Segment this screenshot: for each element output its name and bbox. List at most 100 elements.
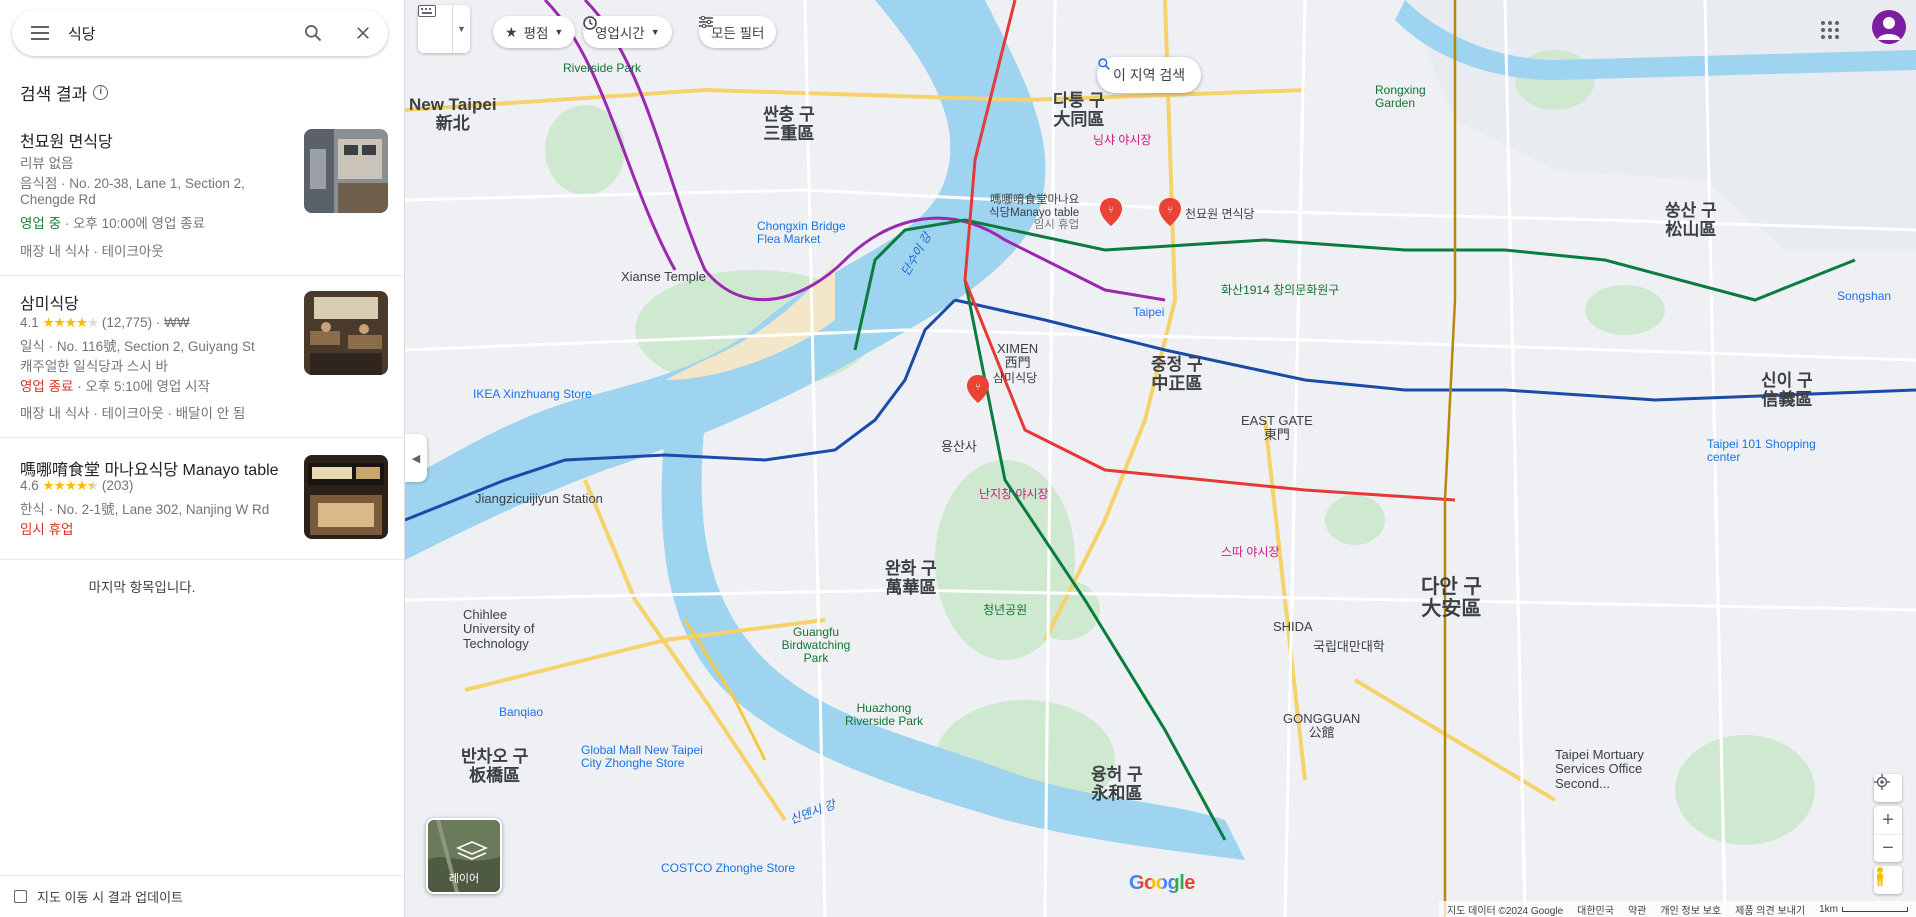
result-address: 음식점 · No. 20-38, Lane 1, Section 2, (20, 176, 245, 191)
filter-hours-chip[interactable]: 영업시간 ▼ (583, 16, 672, 48)
info-icon[interactable]: i (93, 85, 109, 100)
area-label-text: 三重區 (763, 123, 815, 143)
keyboard-shortcuts-button[interactable]: ▼ (418, 5, 470, 53)
closed-status: 영업 종료 (20, 379, 74, 394)
google-apps-button[interactable] (1818, 18, 1842, 42)
result-title[interactable]: 삼미식당 (20, 290, 79, 314)
place-label: 화산1914 창의문화원구 (1221, 283, 1340, 297)
star-rating-icon: ★★★★★ (42, 315, 100, 330)
maps-app: 검색 결과 i 천묘원 면식당 리뷰 없음 음식점 · No. 20-38, L… (0, 0, 1916, 917)
market-label: 닝샤 야시장 (1093, 133, 1152, 147)
svg-text:⑂: ⑂ (1108, 205, 1114, 216)
place-label: COSTCO Zhonghe Store (661, 861, 796, 875)
neighborhood-label: SHIDA (1273, 619, 1313, 634)
restaurant-pin-label[interactable]: 천묘원 면식당 (1185, 207, 1255, 221)
restaurant-pin-label[interactable]: 嗎哪唷食堂마나요 식당Manayo table 임시 휴업 (989, 194, 1079, 232)
update-on-move-checkbox[interactable] (14, 890, 27, 903)
result-title[interactable]: 천묘원 면식당 (20, 128, 113, 152)
result-description: 캐주얼한 일식당과 스시 바 (20, 359, 168, 374)
account-avatar[interactable] (1872, 10, 1906, 44)
restaurant-pin-label[interactable]: 삼미식당 (993, 371, 1037, 385)
result-photo[interactable] (304, 291, 388, 375)
hours-detail: · 오후 10:00에 영업 종료 (61, 216, 205, 231)
filter-rating-chip[interactable]: ★ 평점 ▼ (493, 16, 576, 48)
result-title[interactable]: 嗎哪唷食堂 마나요식당 Manayo table (20, 456, 279, 480)
feedback-link[interactable]: 제품 의견 보내기 (1735, 902, 1805, 917)
place-label: IKEA Xinzhuang Store (473, 387, 592, 401)
zoom-out-button[interactable]: − (1874, 834, 1902, 862)
zoom-in-button[interactable]: + (1882, 806, 1894, 834)
all-filters-chip[interactable]: 모든 필터 (699, 16, 777, 48)
search-input[interactable] (68, 24, 288, 42)
filter-rating-label: 평점 (523, 26, 549, 41)
svg-text:⑂: ⑂ (1167, 205, 1173, 216)
search-box (12, 10, 388, 56)
result-item[interactable]: 삼미식당 4.1 ★★★★★ (12,775) · ₩₩ 일식 · No. 11… (0, 276, 404, 438)
search-button[interactable] (288, 10, 338, 56)
terms-link[interactable]: 약관 (1628, 902, 1646, 917)
restaurant-photo-icon (304, 455, 388, 539)
map-data-text: 지도 데이터 ©2024 Google (1446, 905, 1564, 917)
area-label-text: 싼충 구 (763, 105, 815, 124)
search-this-area-label: 이 지역 검색 (1113, 67, 1186, 83)
tune-icon (699, 16, 713, 28)
park-label: Rongxing Garden (1375, 83, 1426, 111)
area-label-text: 쑹산 구 (1665, 201, 1717, 220)
area-label-text: 융허 구 (1091, 765, 1143, 784)
results-heading: 검색 결과 i (20, 80, 109, 105)
update-on-move-toggle[interactable]: 지도 이동 시 결과 업데이트 (0, 875, 404, 917)
clock-icon (583, 16, 597, 30)
neighborhood-label: GONGGUAN 公館 (1283, 711, 1360, 741)
area-label: 다안 구 大安區 (1421, 576, 1482, 620)
restaurant-pin-sanmi[interactable]: ⑂ (967, 375, 989, 403)
end-of-list-text: 마지막 항목입니다. (88, 580, 196, 595)
review-count: (12,775) (101, 315, 153, 330)
search-icon (305, 25, 322, 42)
place-label: Taipei 101 Shopping center (1707, 437, 1816, 465)
area-label-text: 永和區 (1091, 783, 1143, 803)
result-item[interactable]: 嗎哪唷食堂 마나요식당 Manayo table 4.6 ★★★★★ (203)… (0, 438, 404, 560)
map-scale[interactable]: 1km (1819, 904, 1908, 915)
result-photo[interactable] (304, 129, 388, 213)
place-label: Songshan (1837, 289, 1892, 303)
scale-bar (1842, 906, 1908, 912)
area-label-text: 板橋區 (469, 765, 521, 785)
restaurant-pin-icon: ⑂ (1100, 198, 1122, 226)
area-label-text: New Taipei (409, 95, 497, 114)
menu-button[interactable] (12, 10, 68, 56)
result-item[interactable]: 천묘원 면식당 리뷰 없음 음식점 · No. 20-38, Lane 1, S… (0, 124, 404, 276)
park-label: Guangfu Birdwatching Park (781, 625, 851, 666)
area-label-text: 中正區 (1151, 373, 1203, 393)
map-canvas[interactable]: New Taipei 新北 싼충 구 三重區 다퉁 구 大同區 쑹산 구 松山區 중정 … (405, 0, 1916, 917)
zoom-controls: + − (1874, 806, 1902, 862)
area-label: New Taipei 新北 (409, 95, 497, 133)
all-filters-label: 모든 필터 (711, 26, 765, 41)
restaurant-pin-tianmiao[interactable]: ⑂ (1159, 198, 1181, 226)
result-photo[interactable] (304, 455, 388, 539)
area-label: 쑹산 구 松山區 (1665, 201, 1717, 239)
clear-search-button[interactable] (338, 10, 388, 56)
restaurant-pin-manayo[interactable]: ⑂ (1100, 198, 1122, 226)
area-label-text: 大安區 (1421, 598, 1482, 620)
results-heading-text: 검색 결과 (20, 85, 88, 104)
street-view-pegman[interactable] (1874, 866, 1902, 894)
area-label-text: 다안 구 (1421, 576, 1482, 598)
region-link[interactable]: 대한민국 (1577, 902, 1614, 917)
result-options: 매장 내 식사 · 테이크아웃 (20, 244, 164, 259)
temporarily-closed-status: 임시 휴업 (20, 522, 74, 537)
neighborhood-label: XIMEN 西門 (997, 341, 1038, 371)
hamburger-icon (31, 32, 49, 34)
chevron-down-icon[interactable]: ▼ (452, 5, 470, 53)
neighborhood-label-text: 東門 (1263, 427, 1290, 443)
privacy-link[interactable]: 개인 정보 보호 (1660, 902, 1721, 917)
collapse-panel-button[interactable]: ◀ (405, 434, 427, 482)
search-this-area-button[interactable]: 이 지역 검색 (1097, 57, 1202, 93)
area-label: 다퉁 구 大同區 (1053, 91, 1105, 129)
area-label-text: 新北 (435, 113, 470, 133)
layers-button[interactable]: 레이어 (426, 818, 502, 894)
area-label-text: 신이 구 (1761, 371, 1813, 390)
close-icon (357, 27, 369, 39)
my-location-button[interactable] (1874, 774, 1902, 802)
temple-label: 용산사 (941, 439, 977, 454)
layers-label: 레이어 (448, 873, 480, 885)
